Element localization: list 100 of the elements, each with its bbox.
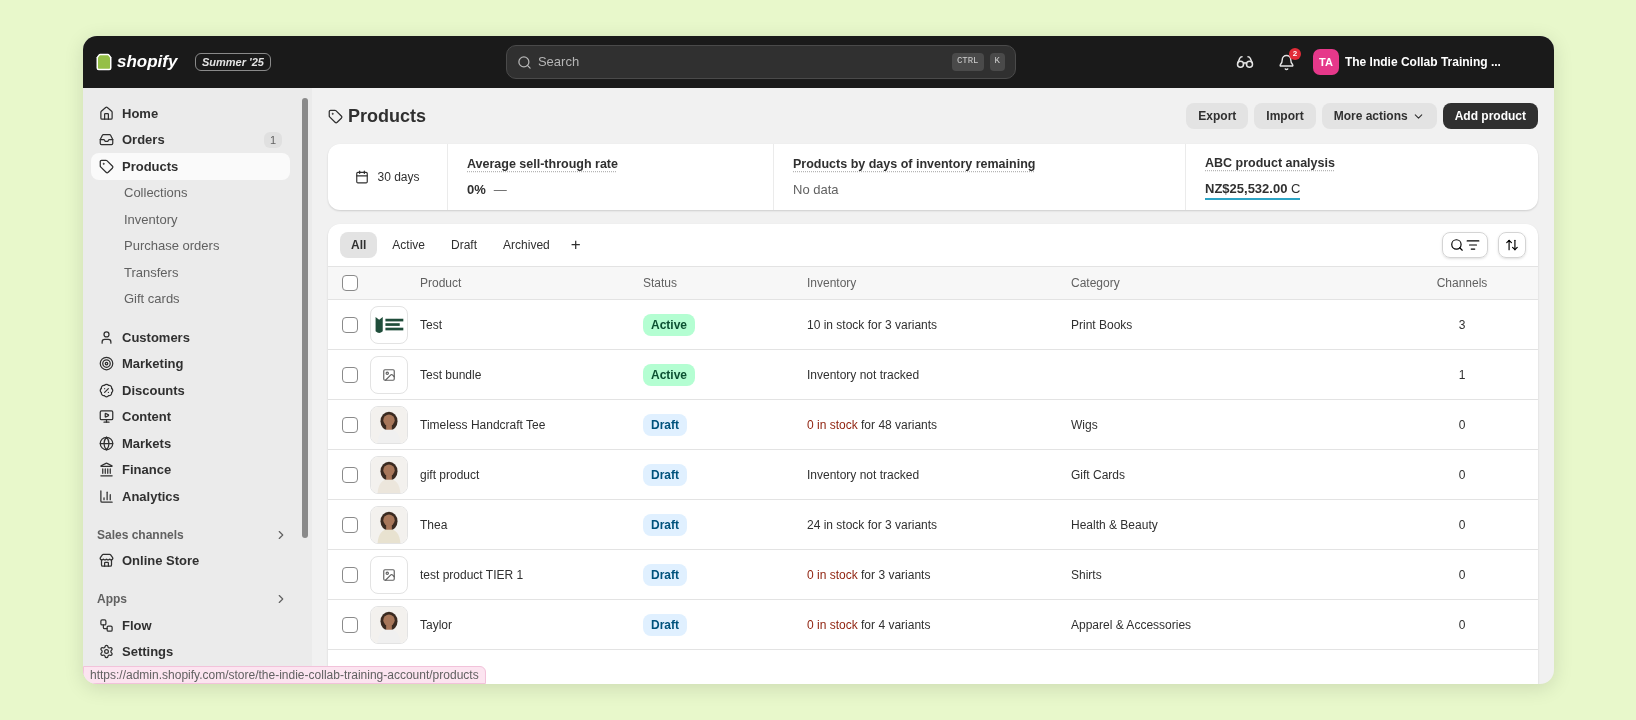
- search-field[interactable]: Search CTRL K: [505, 45, 1016, 79]
- image-placeholder-icon: [382, 367, 396, 382]
- product-name[interactable]: Test bundle: [420, 365, 643, 384]
- shortcut-key: CTRL: [951, 53, 984, 71]
- notifications-icon[interactable]: [1277, 53, 1295, 71]
- status-badge: Draft: [643, 613, 687, 636]
- section-heading: Sales channels: [97, 526, 184, 544]
- product-name[interactable]: test product TIER 1: [420, 565, 643, 584]
- edition-badge: Summer '25: [195, 52, 271, 72]
- checkbox[interactable]: [342, 466, 358, 483]
- status-badge: Draft: [643, 563, 687, 586]
- sidebar-item[interactable]: Discounts: [91, 377, 290, 404]
- product-name[interactable]: Test: [420, 315, 643, 334]
- checkbox[interactable]: [342, 416, 358, 433]
- filter-tab[interactable]: All: [340, 232, 378, 258]
- percent-badge-icon: [99, 382, 114, 398]
- filter-icon: [1466, 238, 1480, 252]
- checkbox[interactable]: [342, 366, 358, 383]
- sidebar-item[interactable]: Marketing: [91, 350, 290, 377]
- period-selector[interactable]: 30 days: [328, 144, 448, 210]
- status-badge: Active: [643, 313, 696, 336]
- sidebar-item[interactable]: Customers: [91, 324, 290, 351]
- filter-tab[interactable]: Archived: [492, 232, 561, 258]
- sidebar-item[interactable]: Online Store: [91, 547, 290, 574]
- add-product-button[interactable]: Add product: [1442, 103, 1538, 129]
- avatar[interactable]: TA: [1312, 49, 1339, 75]
- sidebar-subitem[interactable]: Gift cards: [91, 285, 290, 312]
- scrollbar[interactable]: [302, 98, 308, 538]
- sidebar-item[interactable]: Home: [91, 100, 290, 127]
- bar-chart-icon: [99, 488, 114, 504]
- sort-button[interactable]: [1498, 232, 1526, 258]
- search-filter-button[interactable]: [1442, 232, 1488, 258]
- column-header[interactable]: Channels: [1436, 274, 1488, 292]
- count-badge: 1: [263, 131, 282, 148]
- sidebar-item[interactable]: Content: [91, 403, 290, 430]
- sidebar-subitem[interactable]: Purchase orders: [91, 232, 290, 259]
- logo-wordmark[interactable]: shopify: [117, 49, 178, 75]
- filter-tab[interactable]: Active: [381, 232, 437, 258]
- checkbox[interactable]: [342, 516, 358, 533]
- metric-title[interactable]: Products by days of inventory remaining: [793, 154, 1036, 174]
- search-placeholder: Search: [537, 53, 581, 72]
- column-header[interactable]: Category: [1071, 274, 1412, 292]
- sidebar-item[interactable]: Markets: [91, 430, 290, 457]
- sidebar-item[interactable]: Settings: [91, 638, 290, 665]
- checkbox[interactable]: [342, 616, 358, 633]
- sidebar-item[interactable]: Flow: [91, 612, 290, 639]
- store-name[interactable]: The Indie Collab Training ...: [1344, 53, 1501, 71]
- column-header[interactable]: Status: [643, 274, 807, 292]
- action-button[interactable]: Import: [1254, 103, 1316, 129]
- category-cell-text: Apparel & Accessories: [1071, 616, 1193, 634]
- sidebar-item[interactable]: Finance: [91, 456, 290, 483]
- workflow-icon: [99, 617, 114, 633]
- notification-count: 2: [1288, 47, 1301, 60]
- product-name[interactable]: Thea: [420, 515, 643, 534]
- checkbox[interactable]: [342, 316, 358, 333]
- metric-title[interactable]: ABC product analysis: [1205, 153, 1335, 173]
- status-badge: Draft: [643, 513, 687, 536]
- column-header[interactable]: Inventory: [807, 274, 1071, 292]
- product-name[interactable]: Taylor: [420, 615, 643, 634]
- column-header[interactable]: Product: [420, 274, 643, 292]
- person-icon: [99, 329, 114, 345]
- category-cell-text: Print Books: [1071, 316, 1134, 334]
- sidebar-subitem[interactable]: Inventory: [91, 206, 290, 233]
- checkbox[interactable]: [342, 275, 358, 291]
- sidebar-subitem[interactable]: Transfers: [91, 259, 290, 286]
- metric-title[interactable]: Average sell-through rate: [467, 154, 618, 174]
- gear-icon: [99, 644, 114, 660]
- calendar-icon: [355, 170, 370, 184]
- category-cell-text: Wigs: [1071, 416, 1099, 434]
- inventory-text: 0 in stock for 4 variants: [807, 616, 932, 634]
- sidebar-item[interactable]: Products: [91, 153, 290, 180]
- action-button[interactable]: More actions: [1321, 103, 1437, 129]
- trend-indicator: —: [493, 180, 507, 199]
- filter-tab[interactable]: Draft: [440, 232, 489, 258]
- globe-icon: [99, 435, 114, 451]
- glasses-icon[interactable]: [1235, 53, 1254, 71]
- shortcut-key: K: [989, 53, 1005, 71]
- channels-count: 0: [1458, 466, 1466, 484]
- sidebar-item[interactable]: Analytics: [91, 483, 290, 510]
- product-name[interactable]: gift product: [420, 465, 643, 484]
- add-view-button[interactable]: +: [564, 232, 587, 258]
- image-placeholder-icon: [382, 567, 396, 582]
- store-icon: [99, 553, 114, 569]
- category-cell-text: Gift Cards: [1071, 466, 1126, 484]
- category-cell-text: Shirts: [1071, 566, 1103, 584]
- metric-value: NZ$25,532.00 C: [1205, 178, 1301, 201]
- channels-count: 0: [1458, 616, 1466, 634]
- metric-value: 0%: [467, 180, 486, 199]
- monitor-icon: [99, 409, 114, 425]
- action-button[interactable]: Export: [1186, 103, 1249, 129]
- status-badge: Draft: [643, 463, 687, 486]
- channels-count: 0: [1458, 416, 1466, 434]
- checkbox[interactable]: [342, 566, 358, 583]
- sidebar-item[interactable]: Orders 1: [91, 126, 290, 153]
- status-badge: Active: [643, 363, 696, 386]
- search-icon: [1450, 238, 1464, 252]
- channels-count: 3: [1458, 316, 1466, 334]
- status-badge: Draft: [643, 413, 687, 436]
- sidebar-subitem[interactable]: Collections: [91, 179, 290, 206]
- product-name[interactable]: Timeless Handcraft Tee: [420, 415, 643, 434]
